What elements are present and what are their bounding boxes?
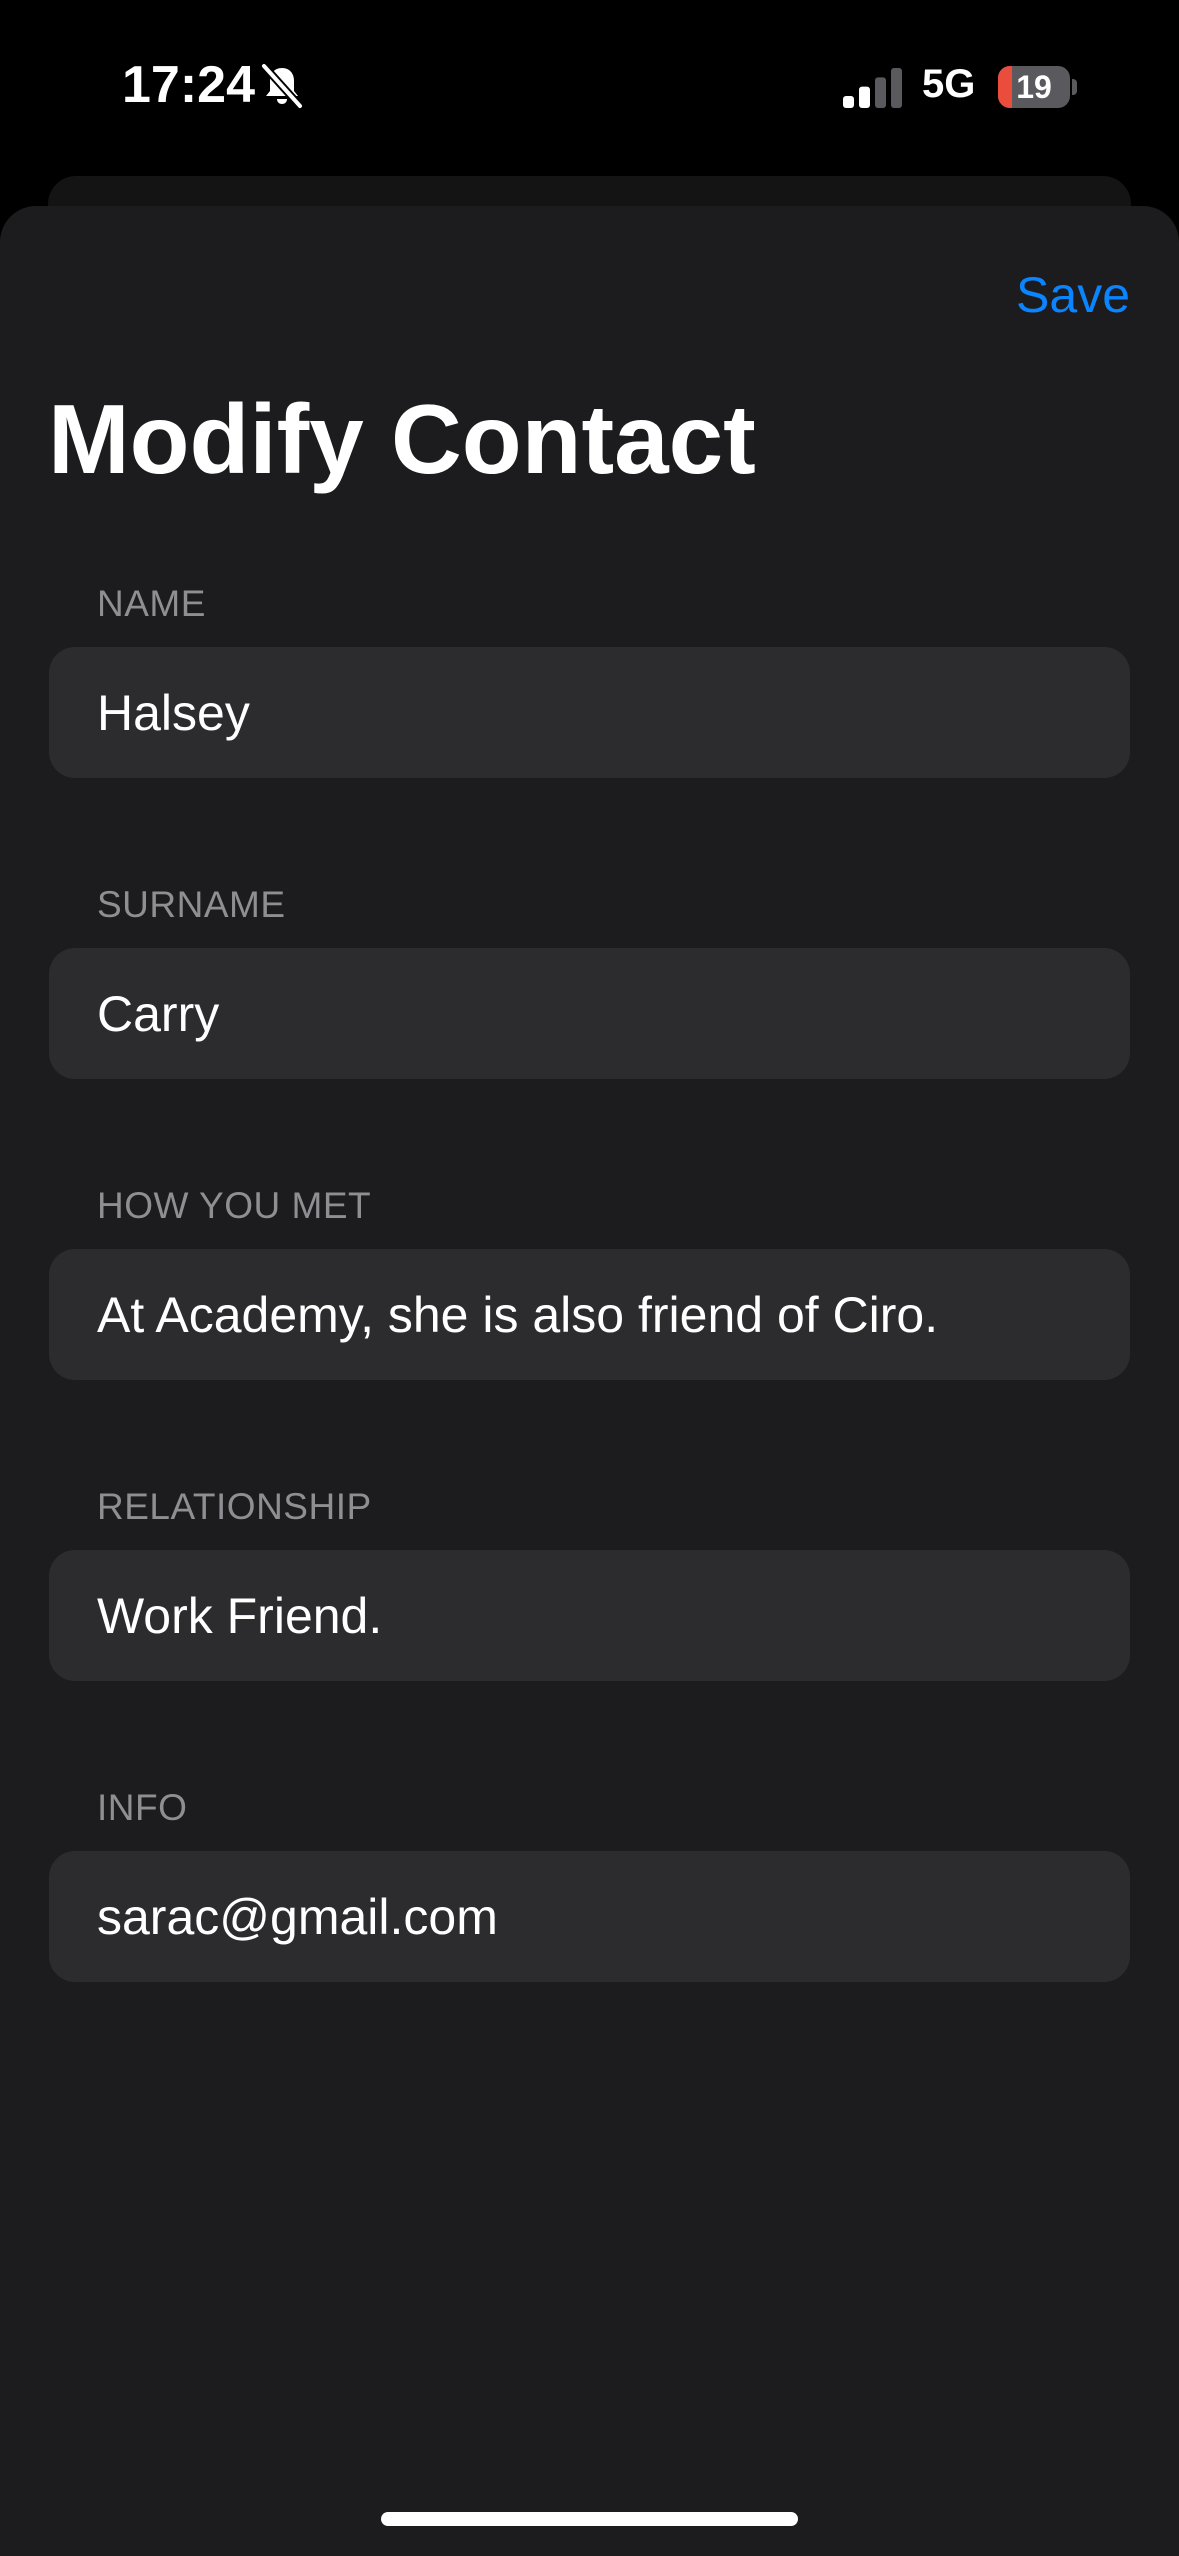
network-type: 5G <box>922 62 976 106</box>
relationship-input[interactable] <box>97 1586 1130 1645</box>
how-you-met-input[interactable] <box>97 1285 1130 1344</box>
signal-bar <box>859 86 870 108</box>
relationship-field[interactable] <box>49 1550 1130 1681</box>
status-time: 17:24 <box>122 56 255 114</box>
battery-body: 19 <box>998 66 1070 108</box>
info-field[interactable] <box>49 1851 1130 1982</box>
cellular-signal-icon <box>843 68 905 108</box>
signal-bar <box>875 77 886 108</box>
page-title: Modify Contact <box>48 384 756 494</box>
info-label: INFO <box>97 1787 188 1828</box>
bell-slash-icon <box>258 62 306 110</box>
info-input[interactable] <box>97 1887 1130 1946</box>
name-field[interactable] <box>49 647 1130 778</box>
save-button[interactable]: Save <box>1016 266 1130 324</box>
name-input[interactable] <box>97 683 1130 742</box>
screen: 17:24 5G 19 Save Modify Contact NAME Hal… <box>0 0 1179 2556</box>
status-bar: 17:24 5G 19 <box>0 0 1179 170</box>
how-you-met-field[interactable] <box>49 1249 1130 1380</box>
battery-icon: 19 <box>998 66 1077 108</box>
home-indicator[interactable] <box>381 2512 798 2526</box>
name-label: NAME <box>97 583 206 624</box>
surname-input[interactable] <box>97 984 1130 1043</box>
battery-cap <box>1072 79 1077 95</box>
surname-label: SURNAME <box>97 884 286 925</box>
battery-level: 19 <box>1016 69 1052 105</box>
signal-bar <box>843 96 854 108</box>
surname-field[interactable] <box>49 948 1130 1079</box>
modify-contact-sheet: Save Modify Contact NAME SURNAME HOW YOU… <box>0 206 1179 2556</box>
relationship-label: RELATIONSHIP <box>97 1486 372 1527</box>
signal-bar <box>891 68 902 108</box>
how-you-met-label: HOW YOU MET <box>97 1185 372 1226</box>
